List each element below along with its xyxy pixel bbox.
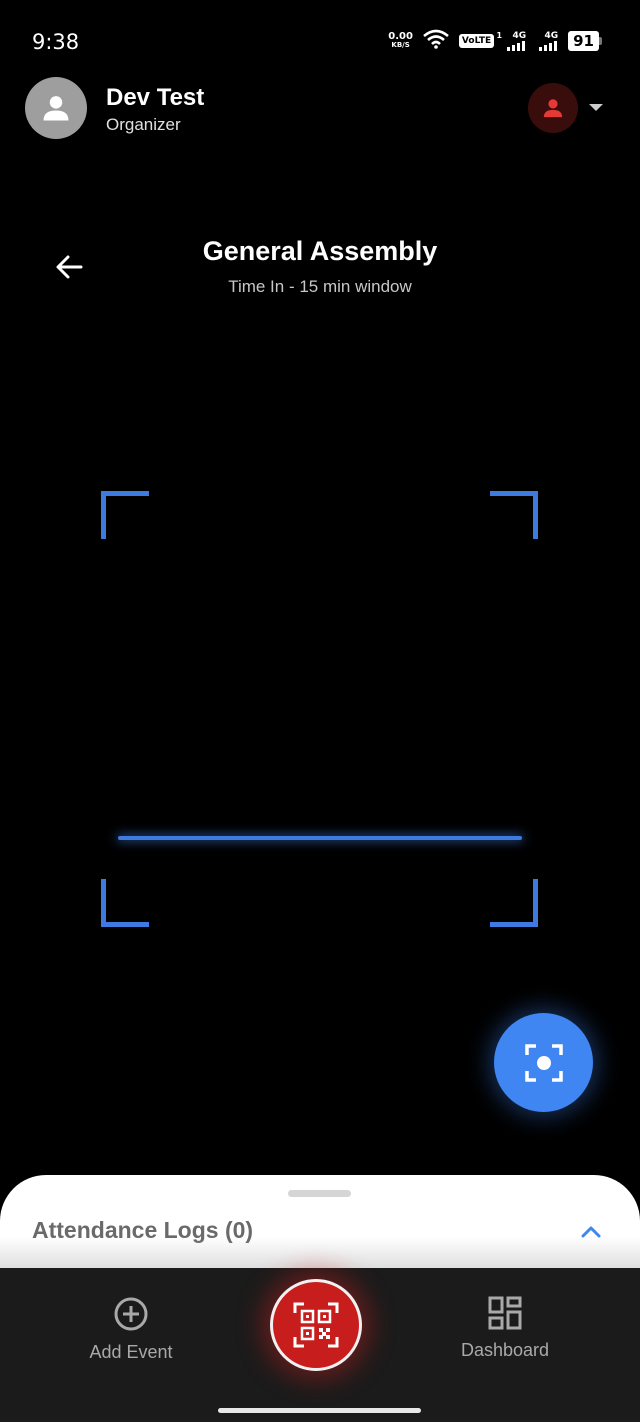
capture-button[interactable] xyxy=(494,1013,593,1112)
dashboard-grid-icon xyxy=(488,1296,522,1330)
user-avatar[interactable] xyxy=(25,77,87,139)
qr-code-icon xyxy=(293,1302,339,1348)
nav-add-event-label: Add Event xyxy=(89,1342,173,1362)
sim1-signal: 4G xyxy=(504,30,527,51)
battery-indicator: 91 xyxy=(568,31,602,51)
scanner-corner-bottom-right xyxy=(490,879,538,927)
status-time: 9:38 xyxy=(32,30,80,54)
status-indicators: 0.00 KB/S VoLTE 1 4G 4G 91 xyxy=(388,28,602,54)
event-title: General Assembly xyxy=(202,236,438,266)
nav-dashboard[interactable]: Dashboard xyxy=(425,1296,585,1361)
camera-focus-icon xyxy=(524,1043,563,1082)
volte-sup: 1 xyxy=(496,31,503,40)
signal-bars-icon xyxy=(507,40,526,51)
network-speed-unit: KB/S xyxy=(391,41,410,49)
battery-tip xyxy=(599,37,602,45)
sim2-label: 4G xyxy=(544,30,559,41)
network-speed: 0.00 KB/S xyxy=(388,32,413,50)
nav-dashboard-label: Dashboard xyxy=(460,1340,550,1360)
sheet-drag-handle[interactable] xyxy=(288,1190,351,1197)
volte-badge: VoLTE 1 xyxy=(458,31,502,48)
network-speed-value: 0.00 xyxy=(388,31,413,42)
user-role: Organizer xyxy=(106,115,181,134)
sim1-label: 4G xyxy=(512,30,527,41)
event-subtitle: Time In - 15 min window xyxy=(228,277,412,296)
account-menu-button[interactable] xyxy=(528,83,578,133)
status-bar: 9:38 0.00 KB/S VoLTE 1 4G 4G 91 xyxy=(0,0,640,80)
volte-label: VoLTE xyxy=(461,36,492,46)
home-indicator[interactable] xyxy=(218,1408,421,1413)
sim2-signal: 4G xyxy=(536,30,559,51)
battery-level: 91 xyxy=(568,31,599,51)
nav-add-event[interactable]: Add Event xyxy=(51,1296,211,1363)
sheet-shadow xyxy=(0,1237,640,1269)
scanner-corner-bottom-left xyxy=(101,879,149,927)
signal-bars-icon xyxy=(539,40,558,51)
person-icon xyxy=(543,99,563,118)
scanner-corner-top-left xyxy=(101,491,149,539)
plus-circle-icon xyxy=(114,1297,148,1331)
scan-line xyxy=(118,836,522,840)
chevron-down-icon[interactable] xyxy=(589,104,603,111)
wifi-icon xyxy=(423,29,449,54)
scan-qr-button[interactable] xyxy=(270,1279,362,1371)
user-name: Dev Test xyxy=(106,84,205,111)
person-icon xyxy=(43,96,69,121)
scanner-corner-top-right xyxy=(490,491,538,539)
